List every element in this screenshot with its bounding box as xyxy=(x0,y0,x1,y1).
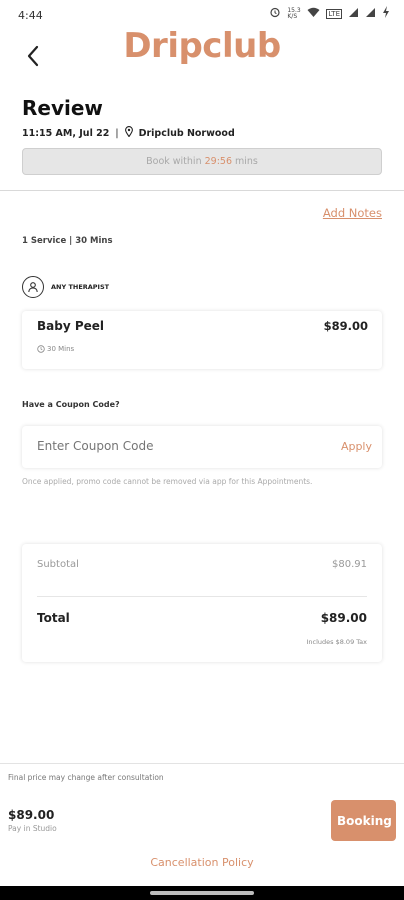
footer-divider xyxy=(0,763,404,764)
meta-separator: | xyxy=(115,127,119,139)
pay-in-studio-note: Pay in Studio xyxy=(8,824,57,833)
status-icons: 15.3 K/S LTE xyxy=(269,6,390,21)
home-handle[interactable] xyxy=(150,891,254,895)
coupon-card: Apply xyxy=(22,426,382,468)
alarm-icon xyxy=(269,6,281,21)
subtotal-value: $80.91 xyxy=(332,559,367,570)
subtotal-label: Subtotal xyxy=(37,559,79,570)
banner-prefix: Book within xyxy=(146,156,205,167)
price-summary-card: Subtotal $80.91 Total $89.00 Includes $8… xyxy=(22,544,382,662)
booking-button[interactable]: Booking xyxy=(331,800,396,841)
apply-coupon-button[interactable]: Apply xyxy=(341,440,372,453)
brand-logo: Dripclub xyxy=(123,26,281,66)
service-price: $89.00 xyxy=(323,319,368,333)
service-summary: 1 Service | 30 Mins xyxy=(22,236,113,246)
banner-suffix: mins xyxy=(232,156,258,167)
speed-indicator: 15.3 K/S xyxy=(287,6,301,20)
system-nav-bar xyxy=(0,886,404,900)
footer-price: $89.00 xyxy=(8,808,55,822)
service-name: Baby Peel xyxy=(37,319,105,333)
location-pin-icon xyxy=(124,126,133,140)
coupon-code-input[interactable] xyxy=(37,439,287,453)
therapist-label: ANY THERAPIST xyxy=(51,283,110,291)
banner-timer: 29:56 xyxy=(204,156,232,167)
clock-icon xyxy=(37,345,45,353)
tax-note: Includes $8.09 Tax xyxy=(306,638,367,646)
total-value: $89.00 xyxy=(320,611,367,625)
signal-icon xyxy=(348,7,359,21)
service-duration: 30 Mins xyxy=(37,345,74,353)
add-notes-link[interactable]: Add Notes xyxy=(323,206,382,220)
service-duration-text: 30 Mins xyxy=(47,345,75,353)
cancellation-policy-link[interactable]: Cancellation Policy xyxy=(0,856,404,869)
appointment-meta: 11:15 AM, Jul 22 | Dripclub Norwood xyxy=(22,126,235,140)
wifi-icon xyxy=(307,7,320,21)
total-label: Total xyxy=(37,611,70,625)
battery-charging-icon xyxy=(382,6,390,21)
signal-icon xyxy=(365,7,376,21)
appointment-datetime: 11:15 AM, Jul 22 xyxy=(22,127,110,139)
page-title: Review xyxy=(22,96,103,120)
service-card: Baby Peel $89.00 30 Mins xyxy=(22,311,382,369)
status-time: 4:44 xyxy=(18,9,43,22)
therapist-selector[interactable]: ANY THERAPIST xyxy=(22,276,109,298)
appointment-location: Dripclub Norwood xyxy=(138,127,235,139)
coupon-question: Have a Coupon Code? xyxy=(22,400,120,409)
final-price-note: Final price may change after consultatio… xyxy=(8,773,164,782)
coupon-note: Once applied, promo code cannot be remov… xyxy=(22,477,313,486)
booking-timer-banner: Book within 29:56 mins xyxy=(22,148,382,175)
network-label: LTE xyxy=(326,8,342,19)
section-divider xyxy=(0,190,404,191)
summary-divider xyxy=(37,596,367,597)
therapist-avatar-icon xyxy=(22,276,44,298)
